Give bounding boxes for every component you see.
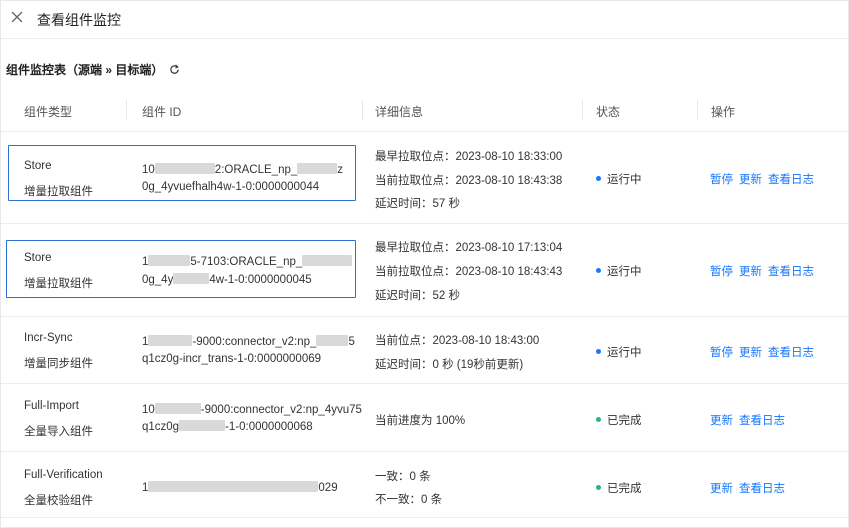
status-badge: 运行中 bbox=[596, 263, 642, 279]
component-type-name: Full-Verification bbox=[24, 469, 103, 481]
column-header-status: 状态 bbox=[596, 105, 621, 119]
status-text: 已完成 bbox=[607, 415, 642, 427]
view-log-link[interactable]: 查看日志 bbox=[768, 347, 814, 359]
component-monitor-panel: 查看组件监控 组件监控表（源端 » 目标端） 组件类型 组件 ID 详细信息 状… bbox=[0, 0, 849, 528]
component-type-label: 全量校验组件 bbox=[24, 495, 93, 507]
row-actions: 暂停 更新 查看日志 bbox=[710, 344, 820, 360]
detail-earliest-position: 最早拉取位点：2023-08-10 18:33:00 bbox=[375, 151, 563, 163]
panel-title: 查看组件监控 bbox=[37, 12, 121, 28]
column-divider bbox=[697, 100, 698, 120]
status-text: 已完成 bbox=[607, 483, 642, 495]
update-link[interactable]: 更新 bbox=[710, 415, 733, 427]
component-id: 10 -9000:connector_v2:np_4yvu75 bbox=[142, 403, 362, 416]
component-id-line2: q1cz0g -1-0:0000000068 bbox=[142, 420, 313, 433]
row-actions: 暂停 更新 查看日志 bbox=[710, 263, 820, 279]
redacted-block bbox=[179, 420, 226, 431]
component-id: 1 029 bbox=[142, 481, 338, 494]
redacted-block bbox=[154, 403, 201, 414]
update-link[interactable]: 更新 bbox=[739, 347, 762, 359]
status-badge: 已完成 bbox=[596, 480, 642, 496]
status-dot-icon bbox=[596, 349, 601, 354]
component-id: 1 -9000:connector_v2:np_ 5 bbox=[142, 335, 355, 348]
row-actions: 更新 查看日志 bbox=[710, 412, 791, 428]
detail-progress: 当前进度为 100% bbox=[375, 415, 466, 427]
status-text: 运行中 bbox=[607, 347, 642, 359]
detail-latency: 延迟时间：52 秒 bbox=[375, 290, 460, 302]
subheading-text: 组件监控表（源端 » 目标端） bbox=[6, 63, 164, 77]
column-divider bbox=[362, 100, 363, 120]
update-link[interactable]: 更新 bbox=[739, 266, 762, 278]
component-type-name: Full-Import bbox=[24, 400, 79, 412]
detail-latency: 延迟时间：57 秒 bbox=[375, 198, 460, 210]
component-id-part: -9000:connector_v2:np_ bbox=[192, 336, 317, 348]
view-log-link[interactable]: 查看日志 bbox=[768, 174, 814, 186]
table-row: Full-Import 全量导入组件 10 -9000:connector_v2:… bbox=[1, 384, 848, 452]
redacted-block bbox=[316, 335, 349, 346]
status-badge: 运行中 bbox=[596, 171, 642, 187]
table-header: 组件类型 组件 ID 详细信息 状态 操作 bbox=[1, 88, 848, 132]
column-header-details: 详细信息 bbox=[375, 105, 424, 119]
component-id-line2: q1cz0g-incr_trans-1-0:0000000069 bbox=[142, 353, 322, 365]
close-icon[interactable] bbox=[10, 10, 24, 24]
column-header-id: 组件 ID bbox=[142, 105, 182, 119]
component-id-part: 029 bbox=[318, 482, 338, 494]
component-type-label: 增量同步组件 bbox=[24, 358, 93, 370]
highlight-box bbox=[6, 240, 356, 298]
component-id-part: -1-0:0000000068 bbox=[225, 421, 313, 433]
component-id-part: -9000:connector_v2:np_4yvu75 bbox=[200, 404, 362, 416]
row-actions: 更新 查看日志 bbox=[710, 480, 791, 496]
panel-header: 查看组件监控 bbox=[1, 1, 848, 39]
detail-current-position: 当前拉取位点：2023-08-10 18:43:43 bbox=[375, 266, 563, 278]
status-text: 运行中 bbox=[607, 174, 642, 186]
status-dot-icon bbox=[596, 417, 601, 422]
detail-earliest-position: 最早拉取位点：2023-08-10 17:13:04 bbox=[375, 242, 563, 254]
component-type-name: Incr-Sync bbox=[24, 332, 73, 344]
status-badge: 运行中 bbox=[596, 344, 642, 360]
refresh-icon[interactable] bbox=[169, 64, 180, 75]
redacted-block bbox=[148, 335, 193, 346]
detail-consistent-count: 一致：0 条 bbox=[375, 471, 431, 483]
row-actions: 暂停 更新 查看日志 bbox=[710, 171, 820, 187]
component-id-part: q1cz0g bbox=[142, 421, 180, 433]
view-log-link[interactable]: 查看日志 bbox=[739, 483, 785, 495]
detail-current-position: 当前拉取位点：2023-08-10 18:43:38 bbox=[375, 175, 563, 187]
status-badge: 已完成 bbox=[596, 412, 642, 428]
pause-link[interactable]: 暂停 bbox=[710, 174, 733, 186]
column-divider bbox=[582, 100, 583, 120]
highlight-box bbox=[8, 145, 356, 201]
status-dot-icon bbox=[596, 268, 601, 273]
update-link[interactable]: 更新 bbox=[739, 174, 762, 186]
component-type-label: 全量导入组件 bbox=[24, 426, 93, 438]
component-id-part: 5 bbox=[348, 336, 355, 348]
status-dot-icon bbox=[596, 485, 601, 490]
view-log-link[interactable]: 查看日志 bbox=[768, 266, 814, 278]
detail-latency: 延迟时间：0 秒 (19秒前更新) bbox=[375, 359, 524, 371]
detail-inconsistent-count: 不一致：0 条 bbox=[375, 494, 443, 506]
column-header-actions: 操作 bbox=[711, 105, 736, 119]
column-divider bbox=[126, 100, 127, 120]
redacted-block bbox=[148, 481, 319, 492]
table-row: Incr-Sync 增量同步组件 1 -9000:connector_v2:np_… bbox=[1, 317, 848, 384]
component-id-part: 10 bbox=[142, 404, 155, 416]
table-subheading: 组件监控表（源端 » 目标端） bbox=[6, 61, 180, 78]
view-log-link[interactable]: 查看日志 bbox=[739, 415, 785, 427]
pause-link[interactable]: 暂停 bbox=[710, 347, 733, 359]
status-dot-icon bbox=[596, 176, 601, 181]
pause-link[interactable]: 暂停 bbox=[710, 266, 733, 278]
column-header-type: 组件类型 bbox=[24, 105, 73, 119]
table-row: Full-Verification 全量校验组件 1 029 一致：0 条 不一致… bbox=[1, 452, 848, 518]
detail-current-position: 当前位点：2023-08-10 18:43:00 bbox=[375, 335, 540, 347]
update-link[interactable]: 更新 bbox=[710, 483, 733, 495]
status-text: 运行中 bbox=[607, 266, 642, 278]
